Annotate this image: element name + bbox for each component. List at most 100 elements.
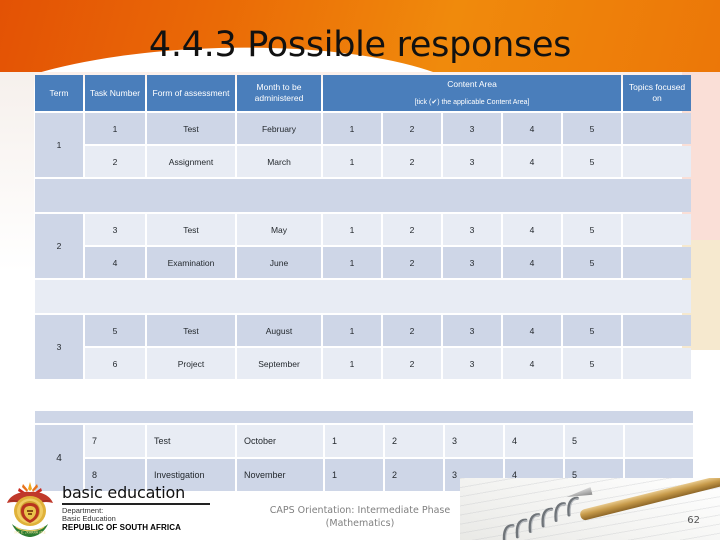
topics-cell[interactable]	[625, 425, 693, 457]
table-row: 2 3 Test May 1 2 3 4 5	[35, 214, 692, 278]
assessment-schedule-body: 1 1 Test February 1 2 3 4 5 2 Assignment…	[35, 113, 692, 379]
task-number-cell: 7	[85, 425, 145, 457]
content-area-cell[interactable]: 5	[563, 348, 622, 379]
header-content-area-subtitle: [tick (✔) the applicable Content Area]	[414, 98, 530, 106]
form-of-assessment-cell: Project	[147, 348, 235, 379]
term-cell: 3	[35, 315, 83, 379]
content-area-cell[interactable]: 5	[565, 425, 623, 457]
content-area-cell[interactable]: 1	[323, 348, 381, 379]
task-number-cell: 2	[85, 146, 145, 177]
form-of-assessment-cell: Test	[147, 214, 235, 245]
svg-text:!KE E: /XARRA //KE: !KE E: /XARRA //KE	[14, 531, 46, 535]
content-area-cell[interactable]: 3	[443, 247, 501, 278]
term-spacer-cell	[35, 411, 693, 423]
month-cell: March	[237, 146, 321, 177]
content-area-cell[interactable]: 1	[325, 425, 383, 457]
header-content-area-title: Content Area	[447, 78, 497, 89]
form-of-assessment-cell: Test	[147, 315, 235, 346]
content-area-cell[interactable]: 3	[443, 315, 501, 346]
page-title: 4.4.3 Possible responses	[148, 25, 572, 65]
table-row: 4 7 Test October 1 2 3 4 5	[35, 425, 693, 491]
term-spacer-row	[35, 411, 693, 423]
footer-caption: CAPS Orientation: Intermediate Phase (Ma…	[250, 504, 470, 530]
topics-cell[interactable]	[623, 247, 692, 278]
content-area-cell[interactable]: 5	[563, 214, 622, 245]
content-area-cell[interactable]: 3	[443, 214, 501, 245]
content-area-cell[interactable]: 4	[503, 146, 561, 177]
content-area-cell[interactable]: 3	[443, 146, 501, 177]
content-area-cell[interactable]: 3	[445, 425, 503, 457]
form-of-assessment-cell: Test	[147, 113, 235, 144]
content-area-cell[interactable]: 1	[323, 214, 381, 245]
content-area-cell[interactable]: 1	[323, 113, 381, 144]
term-spacer-cell	[35, 179, 692, 212]
month-cell: May	[237, 214, 321, 245]
logo-title: basic education	[62, 483, 186, 502]
header-form-of-assessment: Form of assessment	[147, 75, 235, 111]
topics-cell[interactable]	[623, 214, 692, 245]
task-number-cell: 6	[85, 348, 145, 379]
content-area-cell[interactable]: 4	[503, 348, 561, 379]
content-area-cell[interactable]: 4	[505, 425, 563, 457]
task-number-cell: 3	[85, 214, 145, 245]
page-background-left-fade	[0, 72, 34, 272]
term-spacer-row	[35, 280, 692, 313]
footer-caption-line2: (Mathematics)	[325, 518, 395, 529]
content-area-cell[interactable]: 4	[503, 113, 561, 144]
month-cell: August	[237, 315, 321, 346]
header-task-number: Task Number	[85, 75, 145, 111]
content-area-cell[interactable]: 4	[503, 315, 561, 346]
content-area-cell[interactable]: 5	[563, 247, 622, 278]
content-area-cell[interactable]: 4	[503, 214, 561, 245]
form-of-assessment-cell: Assignment	[147, 146, 235, 177]
content-area-cell[interactable]: 3	[443, 348, 501, 379]
term-spacer-row	[35, 179, 692, 212]
logo-text-block: basic education Department: Basic Educat…	[62, 484, 237, 532]
content-area-cell[interactable]: 5	[563, 146, 622, 177]
content-area-cell[interactable]: 5	[563, 113, 622, 144]
month-cell: September	[237, 348, 321, 379]
content-area-cell[interactable]: 2	[385, 425, 443, 457]
form-of-assessment-cell: Examination	[147, 247, 235, 278]
assessment-schedule-table: Term Task Number Form of assessment Mont…	[33, 73, 693, 381]
topics-cell[interactable]	[623, 315, 692, 346]
table-row: 4 Examination June 1 2 3 4 5	[35, 247, 692, 278]
content-area-cell[interactable]: 2	[383, 348, 441, 379]
notebook-pen-photo	[460, 478, 720, 540]
table-row: 6 Project September 1 2 3 4 5	[35, 348, 692, 379]
content-area-cell[interactable]: 4	[503, 247, 561, 278]
month-cell: June	[237, 247, 321, 278]
month-cell: October	[237, 425, 323, 457]
form-of-assessment-cell: Test	[147, 425, 235, 457]
topics-cell[interactable]	[623, 146, 692, 177]
logo-dept-line3: REPUBLIC OF SOUTH AFRICA	[62, 522, 181, 532]
content-area-cell[interactable]: 1	[323, 146, 381, 177]
content-area-cell[interactable]: 2	[383, 113, 441, 144]
table-row: 3 5 Test August 1 2 3 4 5	[35, 315, 692, 379]
content-area-cell[interactable]: 1	[323, 247, 381, 278]
slide-footer: !KE E: /XARRA //KE basic education Depar…	[0, 478, 720, 540]
topics-cell[interactable]	[623, 348, 692, 379]
term-spacer-cell	[35, 280, 692, 313]
content-area-cell[interactable]: 3	[443, 113, 501, 144]
header-month-administered: Month to be administered	[237, 75, 321, 111]
task-number-cell: 4	[85, 247, 145, 278]
content-area-cell[interactable]: 2	[383, 247, 441, 278]
table-header-row: Term Task Number Form of assessment Mont…	[35, 75, 692, 111]
content-area-cell[interactable]: 1	[323, 315, 381, 346]
logo-underline	[62, 503, 210, 505]
content-area-cell[interactable]: 2	[383, 315, 441, 346]
content-area-cell[interactable]: 2	[383, 146, 441, 177]
assessment-schedule-table-wrapper: Term Task Number Form of assessment Mont…	[33, 73, 692, 381]
task-number-cell: 1	[85, 113, 145, 144]
content-area-cell[interactable]: 2	[383, 214, 441, 245]
header-term: Term	[35, 75, 83, 111]
basic-education-logo: !KE E: /XARRA //KE basic education Depar…	[4, 480, 234, 538]
table-row: 1 1 Test February 1 2 3 4 5	[35, 113, 692, 177]
task-number-cell: 5	[85, 315, 145, 346]
slide-number: 62	[687, 515, 700, 526]
footer-caption-line1: CAPS Orientation: Intermediate Phase	[269, 505, 451, 516]
content-area-cell[interactable]: 5	[563, 315, 622, 346]
table-row: 2 Assignment March 1 2 3 4 5	[35, 146, 692, 177]
topics-cell[interactable]	[623, 113, 692, 144]
